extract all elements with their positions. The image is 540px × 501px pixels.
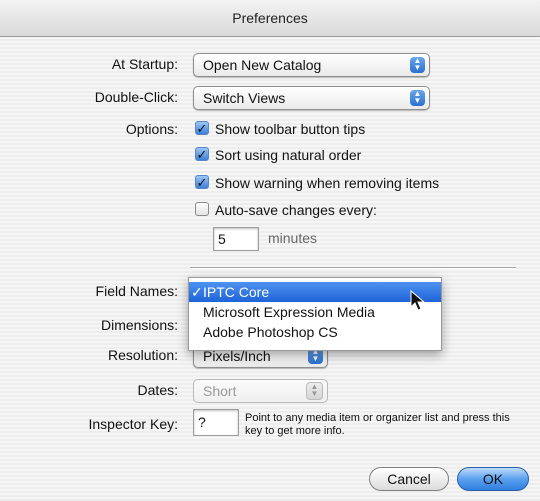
checkmark-icon: ✓: [195, 121, 209, 136]
minutes-unit-label: minutes: [268, 230, 318, 246]
show-tips-label: Show toolbar button tips: [215, 121, 366, 137]
at-startup-popup[interactable]: Open New Catalog ▲ ▼: [193, 53, 430, 77]
menu-item-microsoft-expression-media[interactable]: Microsoft Expression Media: [189, 302, 441, 322]
inspector-key-input[interactable]: ?: [193, 409, 239, 436]
warning-removing-label: Show warning when removing items: [215, 175, 440, 191]
menu-item-label: Adobe Photoshop CS: [203, 324, 338, 340]
natural-order-label: Sort using natural order: [215, 147, 362, 163]
dates-label: Dates:: [137, 382, 178, 398]
at-startup-label: At Startup:: [111, 56, 178, 72]
up-down-arrows-icon: ▲ ▼: [410, 90, 425, 106]
dates-value: Short: [203, 383, 237, 399]
checkmark-icon: ✓: [191, 284, 203, 300]
window-title: Preferences: [0, 0, 540, 37]
preferences-window: Preferences At Startup: Open New Catalog…: [0, 0, 540, 501]
ok-button[interactable]: OK: [457, 467, 529, 491]
field-names-label: Field Names:: [95, 283, 178, 299]
up-down-arrows-icon: ▲ ▼: [306, 382, 323, 400]
up-down-arrows-icon: ▲ ▼: [410, 57, 425, 73]
cancel-button[interactable]: Cancel: [369, 467, 449, 491]
dates-popup: Short ▲ ▼: [193, 379, 328, 403]
menu-item-iptc-core[interactable]: ✓ IPTC Core: [189, 282, 441, 302]
autosave-minutes-input[interactable]: 5: [213, 227, 259, 251]
menu-item-label: Microsoft Expression Media: [203, 304, 375, 320]
dimensions-label: Dimensions:: [100, 317, 178, 333]
field-names-menu: ✓ IPTC Core Microsoft Expression Media A…: [188, 277, 442, 351]
double-click-value: Switch Views: [203, 90, 286, 106]
resolution-label: Resolution:: [107, 347, 178, 363]
checkmark-icon: ✓: [195, 147, 209, 162]
double-click-label: Double-Click:: [94, 89, 178, 105]
separator: [190, 267, 516, 269]
checkmark-icon: ✓: [195, 175, 209, 190]
at-startup-value: Open New Catalog: [203, 57, 322, 73]
double-click-popup[interactable]: Switch Views ▲ ▼: [193, 86, 430, 110]
autosave-label: Auto-save changes every:: [215, 202, 377, 218]
inspector-key-label: Inspector Key:: [88, 416, 179, 432]
inspector-key-hint: Point to any media item or organizer lis…: [245, 412, 510, 437]
options-label: Options:: [125, 121, 178, 137]
mouse-pointer-icon: [410, 290, 426, 311]
menu-item-label: IPTC Core: [203, 284, 270, 300]
menu-item-adobe-photoshop-cs[interactable]: Adobe Photoshop CS: [189, 322, 441, 342]
checkbox-empty-icon: [195, 202, 209, 216]
